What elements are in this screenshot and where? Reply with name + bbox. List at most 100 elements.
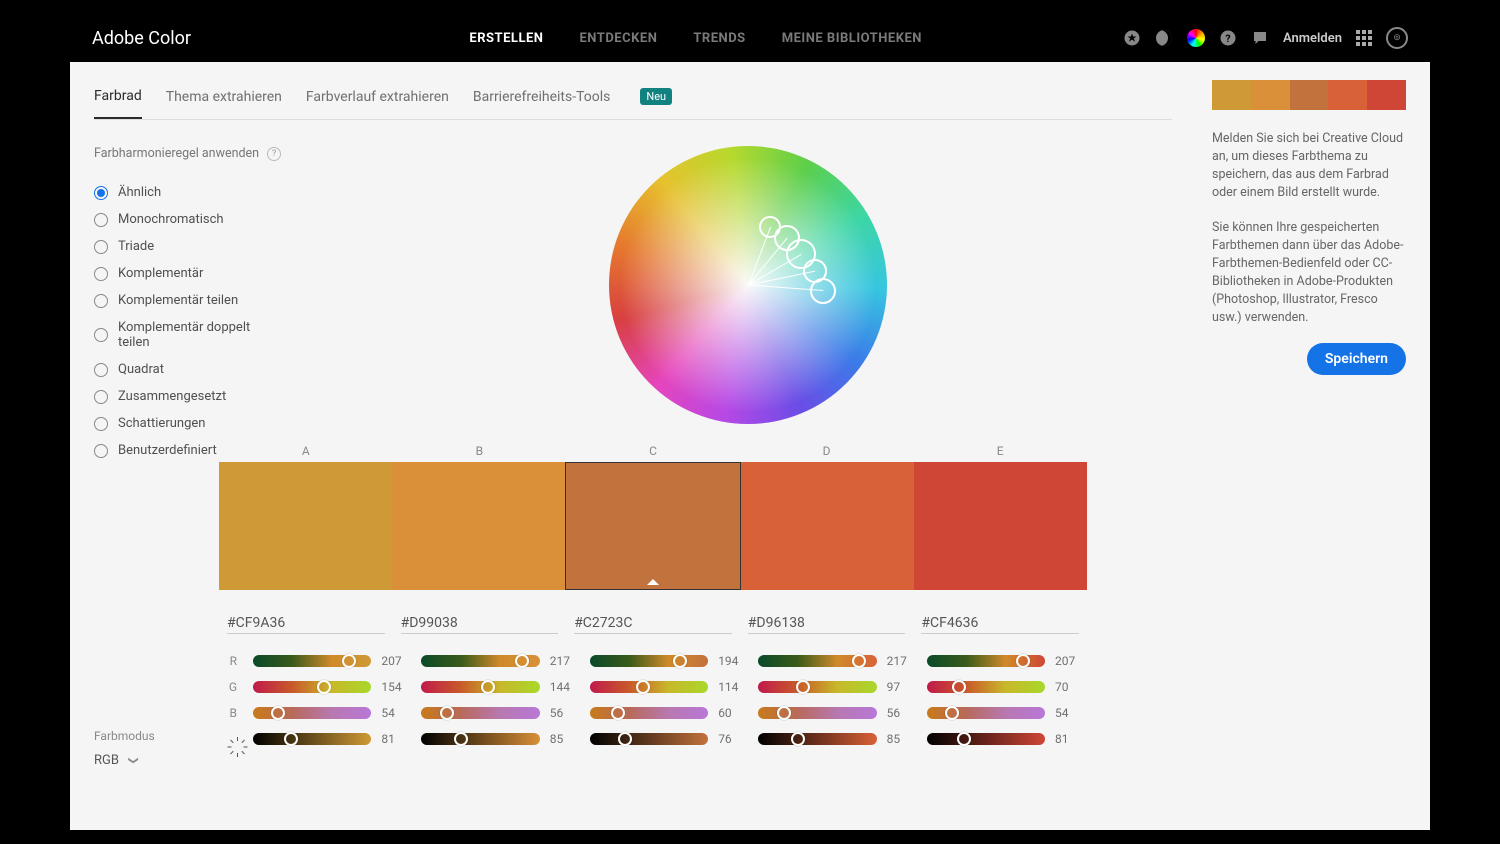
color-wheel[interactable]	[609, 146, 887, 424]
swatch-letter: A	[219, 444, 393, 458]
hex-input[interactable]	[574, 613, 732, 634]
slider-track[interactable]	[590, 707, 708, 719]
slider-handle[interactable]	[673, 654, 687, 668]
slider-track[interactable]	[590, 733, 708, 745]
slider-track[interactable]	[421, 707, 539, 719]
slider-handle[interactable]	[952, 680, 966, 694]
slider-handle[interactable]	[852, 654, 866, 668]
slider-track[interactable]	[927, 681, 1045, 693]
star-icon[interactable]	[1123, 29, 1141, 47]
harmony-option[interactable]: Monochromatisch	[94, 206, 284, 233]
swatch[interactable]	[392, 462, 565, 590]
slider-track[interactable]	[758, 733, 876, 745]
slider-table: R207217194217207G1541441149770B545660565…	[219, 654, 1087, 746]
radio-icon	[94, 213, 108, 227]
save-button[interactable]: Speichern	[1307, 343, 1406, 375]
slider-track[interactable]	[927, 733, 1045, 745]
slider-track[interactable]	[927, 707, 1045, 719]
slider-track[interactable]	[758, 681, 876, 693]
slider-track[interactable]	[421, 681, 539, 693]
slider-track[interactable]	[253, 655, 371, 667]
harmony-option[interactable]: Komplementär doppelt teilen	[94, 314, 284, 356]
slider-track[interactable]	[253, 707, 371, 719]
nav-create[interactable]: ERSTELLEN	[469, 31, 543, 46]
wheel-handle[interactable]	[810, 278, 836, 304]
nav-mylibraries[interactable]: MEINE BIBLIOTHEKEN	[782, 31, 922, 46]
hex-input[interactable]	[748, 613, 906, 634]
harmony-option-label: Benutzerdefiniert	[118, 443, 217, 458]
nav-trends[interactable]: TRENDS	[693, 31, 745, 46]
slider-handle[interactable]	[791, 732, 805, 746]
slider-handle[interactable]	[945, 706, 959, 720]
slider-handle[interactable]	[342, 654, 356, 668]
swatch[interactable]	[914, 462, 1087, 590]
creative-cloud-icon[interactable]: ⊚	[1386, 27, 1408, 49]
slider-handle[interactable]	[440, 706, 454, 720]
slider-handle[interactable]	[454, 732, 468, 746]
harmony-option[interactable]: Ähnlich	[94, 179, 284, 206]
harmony-option-label: Komplementär doppelt teilen	[118, 320, 284, 350]
hex-input[interactable]	[921, 613, 1079, 634]
slider-handle[interactable]	[515, 654, 529, 668]
radio-icon	[94, 390, 108, 404]
harmony-option-label: Komplementär teilen	[118, 293, 238, 308]
tab-accessibility[interactable]: Barrierefreiheits-Tools	[473, 90, 611, 118]
slider-track[interactable]	[590, 681, 708, 693]
slider-handle[interactable]	[777, 706, 791, 720]
slider-handle[interactable]	[618, 732, 632, 746]
hex-input[interactable]	[227, 613, 385, 634]
mini-swatch[interactable]	[1212, 80, 1251, 110]
slider-handle[interactable]	[611, 706, 625, 720]
tab-extract-gradient[interactable]: Farbverlauf extrahieren	[306, 90, 449, 118]
nav-explore[interactable]: ENTDECKEN	[579, 31, 657, 46]
mini-swatch[interactable]	[1367, 80, 1406, 110]
tab-color-wheel[interactable]: Farbrad	[94, 89, 142, 119]
swatch-letters: ABCDE	[219, 444, 1087, 458]
signin-link[interactable]: Anmelden	[1283, 31, 1342, 46]
slider-handle[interactable]	[284, 732, 298, 746]
slider-track[interactable]	[758, 655, 876, 667]
slider-value: 85	[550, 732, 574, 746]
harmony-option-label: Triade	[118, 239, 154, 254]
harmony-option[interactable]: Triade	[94, 233, 284, 260]
slider-handle[interactable]	[796, 680, 810, 694]
slider-track[interactable]	[253, 733, 371, 745]
slider-track[interactable]	[421, 655, 539, 667]
harmony-option[interactable]: Komplementär	[94, 260, 284, 287]
mini-swatch[interactable]	[1290, 80, 1329, 110]
swatch[interactable]	[565, 462, 740, 590]
slider-track[interactable]	[253, 681, 371, 693]
slider-track[interactable]	[927, 655, 1045, 667]
slider-handle[interactable]	[636, 680, 650, 694]
mini-swatch[interactable]	[1251, 80, 1290, 110]
slider-handle[interactable]	[957, 732, 971, 746]
slider-track[interactable]	[421, 733, 539, 745]
slider-handle[interactable]	[481, 680, 495, 694]
harmony-option[interactable]: Quadrat	[94, 356, 284, 383]
brand-logo[interactable]: Adobe Color	[92, 28, 191, 49]
chat-icon[interactable]	[1251, 29, 1269, 47]
dark-mode-icon[interactable]	[1155, 29, 1173, 47]
slider-handle[interactable]	[271, 706, 285, 720]
harmony-option[interactable]: Komplementär teilen	[94, 287, 284, 314]
slider-handle[interactable]	[1016, 654, 1030, 668]
color-mode-value: RGB	[94, 753, 119, 768]
slider-track[interactable]	[758, 707, 876, 719]
sidebar-text-1: Melden Sie sich bei Creative Cloud an, u…	[1212, 130, 1406, 203]
apps-icon[interactable]	[1356, 30, 1372, 46]
help-icon[interactable]: ?	[1219, 29, 1237, 47]
hex-input[interactable]	[401, 613, 559, 634]
tab-extract-theme[interactable]: Thema extrahieren	[166, 90, 282, 118]
harmony-option[interactable]: Schattierungen	[94, 410, 284, 437]
mini-swatch[interactable]	[1328, 80, 1367, 110]
topbar-right: ? Anmelden ⊚	[1123, 27, 1408, 49]
slider-track[interactable]	[590, 655, 708, 667]
slider-handle[interactable]	[317, 680, 331, 694]
swatch[interactable]	[741, 462, 914, 590]
swatch[interactable]	[219, 462, 392, 590]
mini-palette[interactable]	[1212, 80, 1406, 110]
color-wheel-icon[interactable]	[1187, 29, 1205, 47]
harmony-option[interactable]: Zusammengesetzt	[94, 383, 284, 410]
help-tooltip-icon[interactable]: ?	[267, 147, 281, 161]
color-mode-select[interactable]: RGB ❯	[94, 753, 155, 768]
